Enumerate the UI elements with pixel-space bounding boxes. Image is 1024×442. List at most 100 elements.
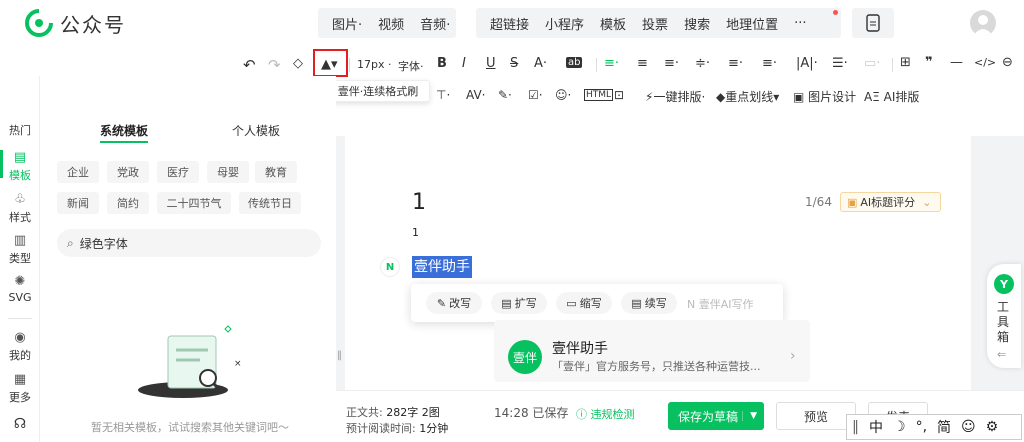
highlight-line-button[interactable]: ◆重点划线▾ — [716, 88, 779, 105]
violation-check-button[interactable]: ⓘ 违规检测 — [576, 406, 635, 422]
preview-phone-button[interactable] — [852, 8, 894, 38]
text-effect-icon[interactable]: AV· — [466, 88, 485, 102]
article-title[interactable]: 1 — [412, 190, 426, 215]
strikethrough-icon[interactable]: S — [510, 56, 518, 71]
checkbox-icon[interactable]: ☑· — [528, 88, 543, 102]
card-logo: 壹伴 — [508, 340, 542, 374]
magic-icon[interactable]: ✎· — [498, 88, 512, 102]
expand-icon[interactable]: ⊖ — [1002, 55, 1013, 70]
continue-icon: ▤ — [631, 296, 642, 310]
moon-icon[interactable]: ☽ — [888, 419, 911, 435]
rail-item-template[interactable]: ▤ 模板 — [0, 150, 40, 183]
body-line[interactable]: 1 — [412, 226, 419, 239]
continue-button[interactable]: ▤ 续写 — [621, 292, 677, 314]
bold-icon[interactable]: B — [437, 56, 447, 71]
drag-handle-icon[interactable]: ‖ — [337, 350, 342, 361]
user-circle-icon: ◉ — [14, 330, 26, 345]
chip-simple[interactable]: 简约 — [107, 192, 149, 214]
search-input[interactable]: ⌕ 绿色字体 — [57, 229, 321, 257]
vote-button[interactable]: 投票 — [634, 14, 676, 33]
rail-item-type[interactable]: ▥ 类型 — [0, 233, 40, 266]
align-left-icon[interactable]: ≡ — [637, 56, 648, 71]
insert-image-button[interactable]: 图片· — [324, 14, 370, 33]
shield-icon: ⓘ — [576, 408, 587, 421]
ai-title-score-button[interactable]: ▣ AI标题评分 ⌄ — [840, 192, 941, 212]
divider — [596, 58, 597, 72]
chip-enterprise[interactable]: 企业 — [57, 161, 99, 183]
save-dropdown-icon[interactable]: ▼ — [742, 411, 764, 421]
subtab-system[interactable]: 系统模板 — [100, 122, 148, 139]
paragraph-spacing-icon[interactable]: ≡· — [728, 56, 743, 71]
headset-icon[interactable]: ☊ — [0, 416, 40, 432]
html-icon[interactable]: HTML — [584, 89, 614, 101]
chip-education[interactable]: 教育 — [255, 161, 297, 183]
chip-maternity[interactable]: 母婴 — [207, 161, 249, 183]
expand-button[interactable]: ▤ 扩写 — [491, 292, 547, 314]
ai-assistant-icon[interactable]: N — [380, 257, 400, 277]
chip-solar-terms[interactable]: 二十四节气 — [157, 192, 231, 214]
one-key-layout-button[interactable]: ⚡一键排版· — [645, 88, 705, 105]
divider-line-icon[interactable]: — — [950, 55, 963, 70]
undo-icon[interactable]: ↶ — [243, 56, 256, 74]
underline-icon[interactable]: U — [486, 56, 496, 71]
rewrite-button[interactable]: ✎ 改写 — [426, 292, 482, 314]
chip-medical[interactable]: 医疗 — [157, 161, 199, 183]
line-height-icon[interactable]: ≑· — [695, 56, 710, 71]
wechat-logo-icon — [25, 8, 54, 37]
toolbox-panel[interactable]: Y 工具箱 ⇐ — [987, 264, 1021, 368]
location-button[interactable]: 地理位置 — [718, 14, 786, 33]
avatar[interactable] — [970, 10, 996, 36]
indent-tool-icon[interactable]: ⊤· — [436, 88, 450, 102]
hyperlink-button[interactable]: 超链接 — [482, 14, 537, 33]
margin-icon[interactable]: ≡· — [762, 56, 777, 71]
save-draft-button[interactable]: 保存为草稿 ▼ — [668, 402, 764, 430]
subtab-personal[interactable]: 个人模板 — [232, 122, 280, 139]
background-color-icon[interactable]: ab — [566, 57, 583, 68]
template-button[interactable]: 模板 — [592, 14, 634, 33]
code-icon[interactable]: </> — [974, 56, 996, 69]
rail-item-hot[interactable]: 热门 — [0, 122, 40, 138]
quote-icon[interactable]: ❞ — [925, 55, 933, 70]
rail-item-style[interactable]: ♧ 样式 — [0, 192, 40, 225]
font-color-icon[interactable]: A· — [534, 56, 547, 71]
rail-item-svg[interactable]: ✺ SVG — [0, 274, 40, 304]
ime-simplified[interactable]: 简 — [932, 417, 956, 437]
gear-icon[interactable]: ⚙ — [981, 419, 1004, 435]
chip-festival[interactable]: 传统节日 — [239, 192, 301, 214]
preview-button[interactable]: 预览 — [776, 402, 856, 430]
ime-mode[interactable]: 中 — [864, 417, 888, 437]
punctuation-icon[interactable]: °, — [911, 419, 932, 435]
emoji-icon[interactable]: ☺ — [956, 419, 981, 435]
more-button[interactable]: ··· — [786, 16, 814, 31]
indent-icon[interactable]: ≡· — [664, 56, 679, 71]
image-design-button[interactable]: ▣ 图片设计 — [793, 88, 856, 105]
list-icon[interactable]: ☰· — [832, 56, 848, 71]
redo-icon[interactable]: ↷ — [268, 56, 281, 74]
chip-party[interactable]: 党政 — [107, 161, 149, 183]
miniprogram-button[interactable]: 小程序 — [537, 14, 592, 33]
shorten-button[interactable]: ▭ 缩写 — [556, 292, 612, 314]
insert-video-button[interactable]: 视频 — [370, 14, 412, 33]
user-icon — [973, 15, 993, 36]
font-size-select[interactable]: 17px · — [357, 58, 392, 71]
ai-layout-button[interactable]: AΞ AI排版 — [864, 88, 919, 105]
subtab-indicator — [100, 141, 148, 143]
toolbox-small-icon[interactable]: ⊡ — [614, 88, 624, 102]
chip-news[interactable]: 新闻 — [57, 192, 99, 214]
type-icon: ▥ — [13, 233, 27, 248]
italic-icon[interactable]: I — [462, 56, 466, 71]
selected-text[interactable]: 壹伴助手 — [412, 256, 472, 278]
tooltip-text: 壹伴·连续格式刷 — [337, 85, 419, 98]
rail-item-more[interactable]: ▦ 更多 — [0, 372, 40, 405]
font-family-select[interactable]: 字体· — [398, 58, 424, 74]
emoji-icon[interactable]: ☺· — [555, 88, 571, 102]
rail-item-mine[interactable]: ◉ 我的 — [0, 330, 40, 363]
clear-format-icon[interactable]: ◇ — [293, 56, 303, 71]
tools-group: 超链接 小程序 模板 投票 搜索 地理位置 ··· — [476, 8, 841, 38]
insert-audio-button[interactable]: 音频· — [412, 14, 458, 33]
table-icon[interactable]: ⊞ — [900, 55, 911, 70]
align-justify-icon[interactable]: ≡· — [604, 56, 619, 71]
letter-spacing-icon[interactable]: |A|· — [796, 56, 818, 71]
ime-handle-icon[interactable]: ‖ — [847, 419, 864, 435]
search-button[interactable]: 搜索 — [676, 14, 718, 33]
